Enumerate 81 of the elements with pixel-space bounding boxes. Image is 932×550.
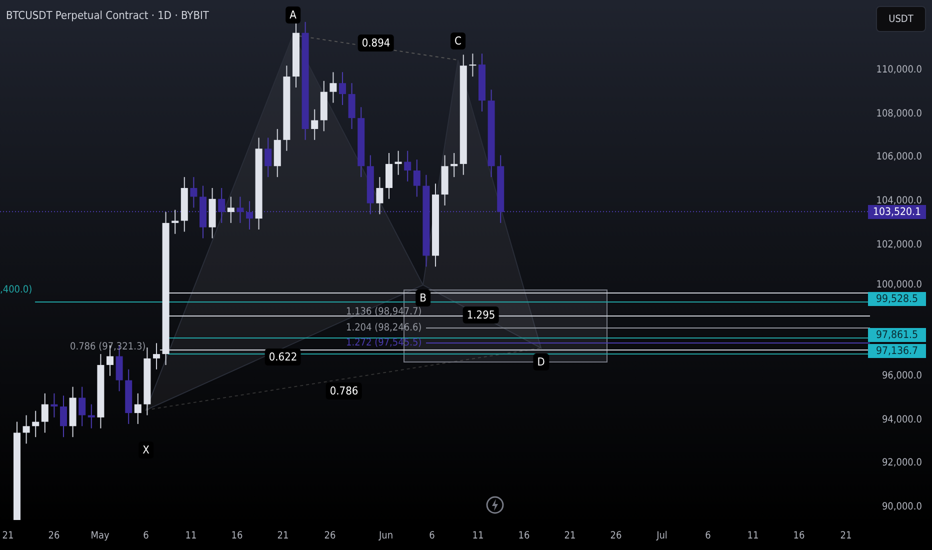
ratio-label: 0.786: [326, 382, 362, 400]
candle: [320, 80, 328, 132]
price-tick: 92,000.0: [882, 458, 922, 469]
price-tick: 108,000.0: [876, 108, 922, 120]
date-tick: 6: [705, 530, 711, 542]
price-level-label: 97,861.5: [868, 328, 926, 342]
pattern-point-label: B: [416, 290, 430, 306]
date-tick: Jul: [656, 530, 668, 542]
price-tick: 90,000.0: [882, 502, 922, 512]
candle: [339, 72, 346, 106]
date-tick: 6: [429, 530, 435, 542]
candle: [88, 404, 95, 429]
price-tick: 94,000.0: [882, 414, 922, 426]
pattern-point-label: D: [533, 354, 549, 370]
date-tick: 21: [2, 530, 14, 542]
candle: [41, 392, 48, 434]
candle: [153, 342, 160, 370]
candle: [394, 150, 402, 176]
candle: [469, 53, 476, 78]
candle: [264, 137, 272, 178]
price-tick: 104,000.0: [876, 196, 922, 207]
price-tick: 102,000.0: [876, 239, 922, 250]
date-tick: 16: [518, 530, 530, 542]
candle: [134, 392, 142, 424]
candle: [292, 21, 300, 88]
price-level-label: 97,136.7: [868, 344, 926, 358]
fibonacci-label: ,400.0): [0, 284, 32, 296]
candle: [190, 176, 198, 208]
candle: [376, 176, 384, 215]
candle: [413, 159, 420, 198]
candle: [330, 72, 337, 104]
date-tick: 26: [324, 530, 336, 542]
date-tick: 11: [472, 530, 484, 542]
candle: [274, 128, 281, 178]
candle: [172, 209, 179, 234]
ratio-label: 0.622: [264, 348, 302, 366]
candle: [478, 53, 486, 112]
candle: [50, 392, 58, 418]
date-tick: 16: [793, 530, 805, 542]
date-tick: May: [90, 530, 110, 542]
candle: [208, 188, 216, 239]
price-tick: 106,000.0: [876, 152, 922, 163]
ratio-label: 1.295: [462, 306, 500, 324]
pattern-point-label: X: [138, 442, 154, 458]
chart-title: BTCUSDT Perpetual Contract · 1D · BYBIT: [6, 9, 209, 22]
candle: [441, 154, 448, 206]
date-tick: 21: [840, 530, 852, 542]
pattern-point-label: A: [286, 6, 300, 24]
price-tick: 100,000.0: [876, 279, 922, 290]
candle: [404, 150, 412, 182]
lightning-icon: [486, 496, 504, 514]
candle: [125, 368, 132, 424]
date-tick: Jun: [378, 530, 394, 542]
candle: [60, 395, 67, 438]
candle: [311, 108, 318, 140]
ratio-label: 0.894: [358, 34, 394, 52]
date-tick: 16: [231, 530, 243, 542]
date-tick: 11: [185, 530, 197, 542]
pattern-point-label: C: [450, 32, 466, 50]
candle: [180, 176, 188, 232]
price-level-label: 99,528.5: [868, 292, 926, 306]
price-tick: 96,000.0: [882, 370, 922, 382]
currency-button[interactable]: USDT: [876, 6, 926, 32]
date-tick: 26: [48, 530, 60, 542]
date-tick: 26: [610, 530, 622, 542]
candle: [78, 386, 86, 427]
price-tick: 110,000.0: [876, 64, 922, 76]
date-tick: 21: [564, 530, 576, 542]
candle: [144, 347, 151, 416]
candle: [69, 386, 76, 438]
candle: [386, 152, 392, 200]
date-tick: 21: [277, 530, 289, 542]
candle: [348, 82, 356, 130]
current-price-label: 103,520.1: [868, 204, 926, 219]
date-tick: 6: [143, 530, 149, 542]
candle: [227, 196, 234, 224]
candle: [358, 106, 365, 178]
candle: [450, 152, 458, 178]
candle: [22, 414, 30, 444]
candle: [32, 410, 40, 438]
date-tick: 11: [747, 530, 759, 542]
